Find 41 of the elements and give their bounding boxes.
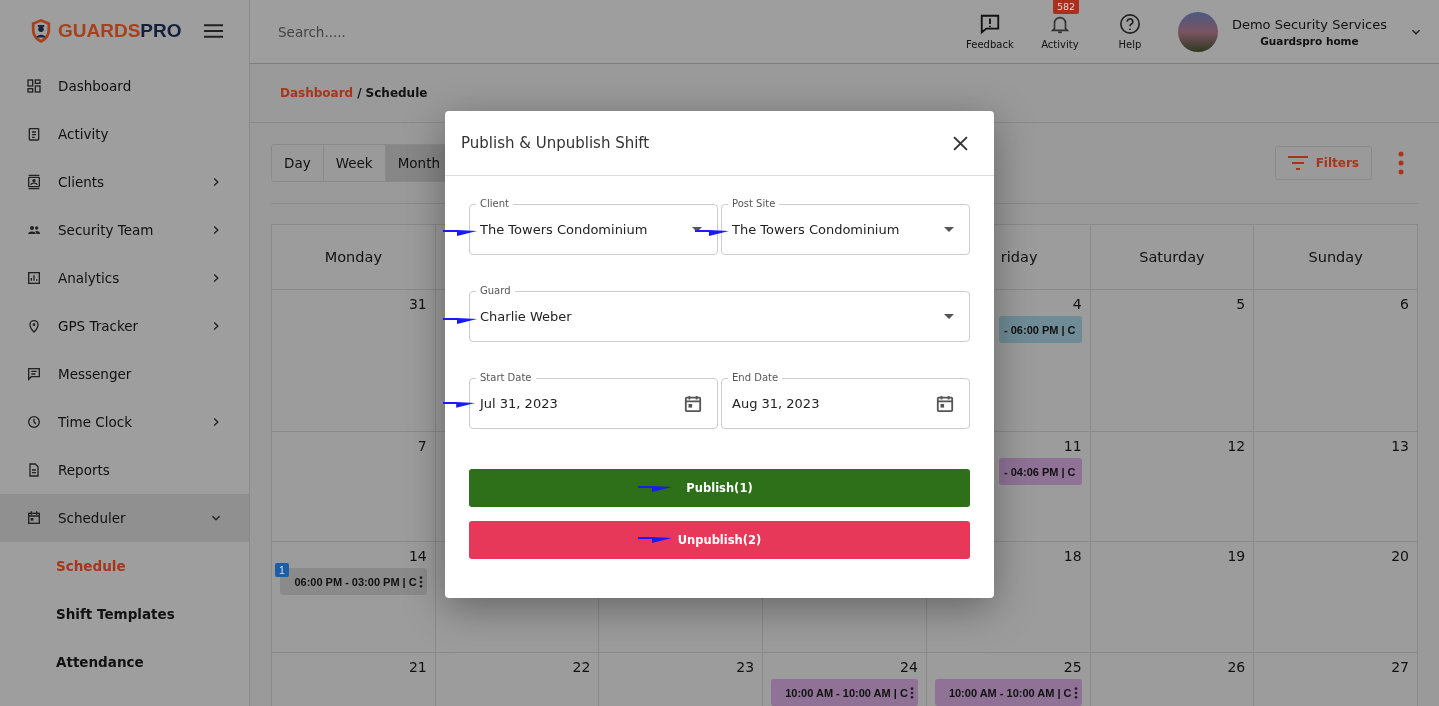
day-number: 25 — [1063, 659, 1082, 675]
dialog-title: Publish & Unpublish Shift — [461, 134, 650, 152]
day-number: 4 — [1072, 296, 1082, 312]
day-number: 14 — [408, 548, 427, 564]
field-value: Jul 31, 2023 — [480, 396, 559, 411]
field-value: Aug 31, 2023 — [732, 396, 821, 411]
day-number: 6 — [1400, 296, 1409, 312]
day-number: 13 — [1391, 438, 1409, 454]
weekday-header: riday — [1000, 249, 1038, 265]
day-number: 24 — [900, 659, 918, 675]
day-number: 21 — [408, 659, 427, 675]
field-label: Post Site — [728, 197, 780, 210]
brand-name: GUARDSPRO — [58, 20, 182, 42]
field-label: Start Date — [476, 371, 536, 384]
breadcrumb-separator: / — [357, 86, 362, 100]
day-number: 26 — [1227, 659, 1246, 675]
day-number: 7 — [417, 438, 427, 454]
company-name: Demo Security Services — [1231, 16, 1387, 32]
count-badge: 1 — [275, 563, 289, 577]
day-number: 27 — [1391, 659, 1409, 675]
day-number: 22 — [572, 659, 591, 675]
day-number: 5 — [1236, 296, 1246, 312]
weekday-header: Sunday — [1308, 249, 1363, 265]
field-label: Client — [476, 197, 513, 210]
day-number: 12 — [1227, 438, 1246, 454]
weekday-header: Monday — [324, 249, 382, 265]
field-value: The Towers Condominium — [732, 222, 901, 237]
day-number: 23 — [736, 659, 755, 675]
day-number: 20 — [1391, 548, 1409, 564]
day-number: 18 — [1063, 548, 1082, 564]
field-label: End Date — [728, 371, 783, 384]
field-value: Charlie Weber — [480, 309, 573, 324]
day-number: 11 — [1063, 438, 1082, 454]
notification-count: 582 — [1052, 0, 1080, 14]
account-subtitle: Guardspro home — [1260, 34, 1359, 47]
field-value: The Towers Condominium — [480, 222, 649, 237]
day-number: 19 — [1227, 548, 1246, 564]
weekday-header: Saturday — [1139, 249, 1205, 265]
breadcrumb-current: Schedule — [365, 86, 428, 100]
day-number: 31 — [408, 296, 427, 312]
field-label: Guard — [476, 284, 515, 297]
